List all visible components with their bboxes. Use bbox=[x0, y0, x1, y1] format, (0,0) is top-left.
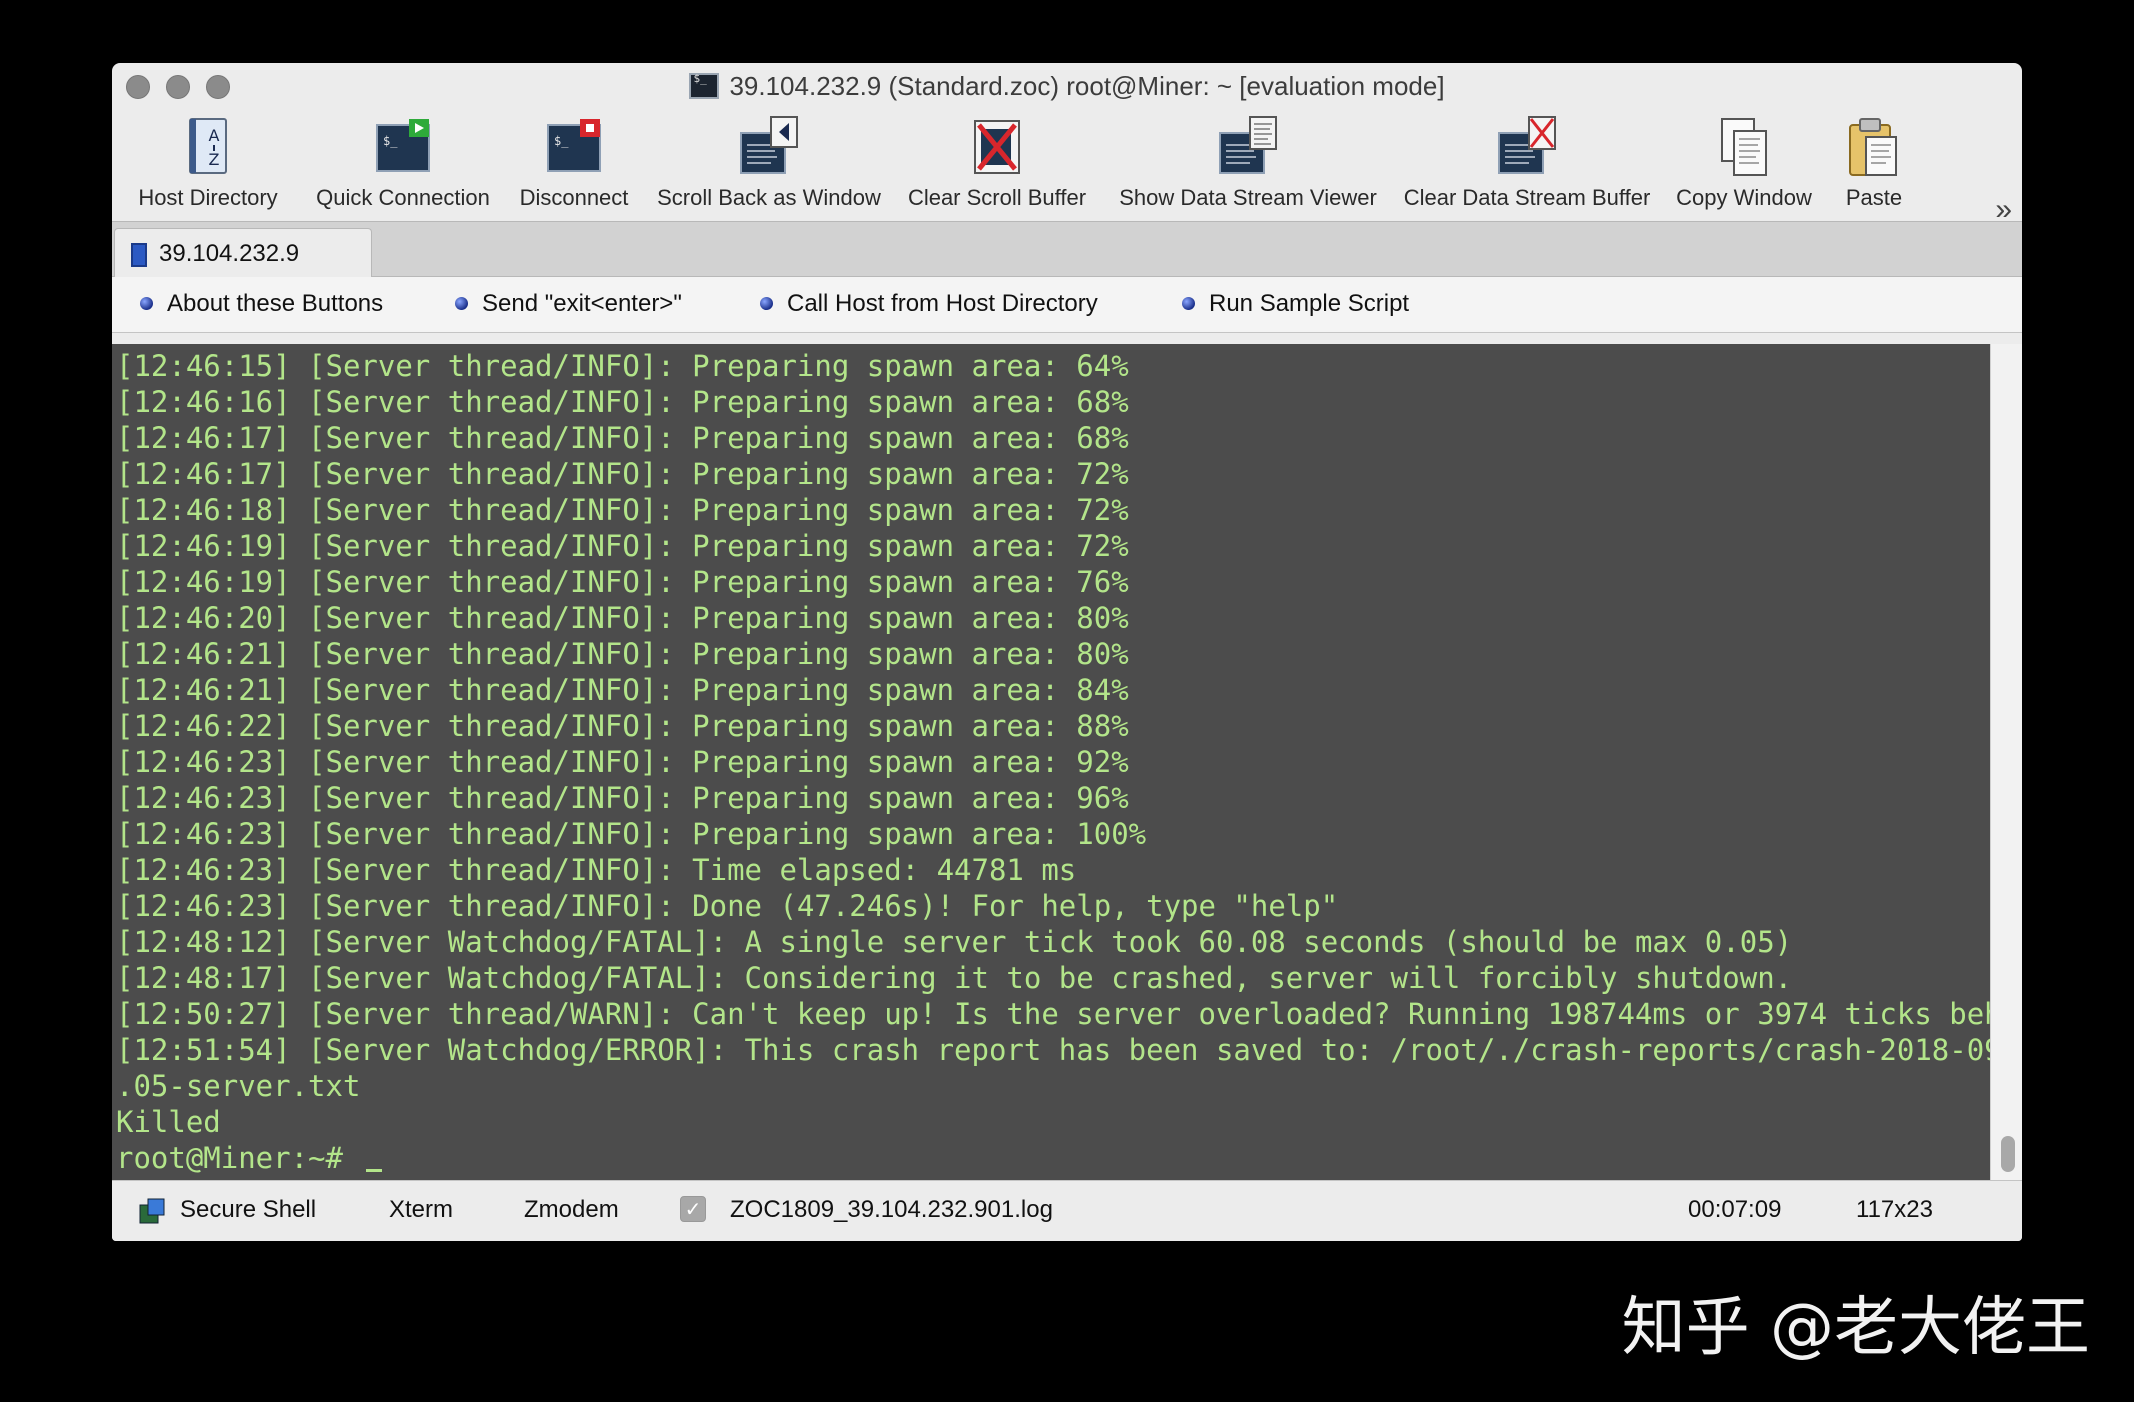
about-buttons-label: About these Buttons bbox=[167, 290, 384, 317]
terminal-line: [12:46:17] [Server thread/INFO]: Prepari… bbox=[116, 421, 1129, 455]
terminal-line: Killed bbox=[116, 1105, 221, 1139]
disconnect-label: Disconnect bbox=[519, 185, 629, 210]
terminal-prompt-line[interactable]: root@Miner:~# bbox=[116, 1140, 1990, 1176]
status-bar: Secure Shell Xterm Zmodem ✓ ZOC1809_39.1… bbox=[112, 1180, 2022, 1241]
paste-label: Paste bbox=[1845, 185, 1903, 210]
elapsed-time: 00:07:09 bbox=[1688, 1196, 1782, 1223]
svg-text:$_: $_ bbox=[383, 134, 398, 148]
quick-connection-icon: $_ bbox=[376, 119, 430, 172]
protocol-status[interactable]: Secure Shell bbox=[180, 1196, 316, 1224]
terminal-scrollbar[interactable] bbox=[1990, 344, 2022, 1180]
show-data-stream-viewer-button[interactable]: Show Data Stream Viewer bbox=[1116, 109, 1380, 221]
run-sample-script-button[interactable]: Run Sample Script bbox=[1182, 290, 1409, 318]
tab-strip: 39.104.232.9 bbox=[112, 221, 2022, 278]
svg-text:A: A bbox=[209, 126, 220, 145]
tab-session[interactable]: 39.104.232.9 bbox=[114, 228, 372, 278]
terminal-line: [12:46:18] [Server thread/INFO]: Prepari… bbox=[116, 493, 1129, 527]
paste-button[interactable]: Paste bbox=[1828, 109, 1920, 221]
terminal-line: [12:46:17] [Server thread/INFO]: Prepari… bbox=[116, 457, 1129, 491]
terminal-size: 117x23 bbox=[1856, 1196, 1933, 1223]
scroll-back-as-window-button[interactable]: Scroll Back as Window bbox=[657, 109, 881, 221]
bullet-icon bbox=[1182, 297, 1195, 310]
about-buttons-button[interactable]: About these Buttons bbox=[140, 290, 383, 318]
host-directory-button[interactable]: A Z Host Directory bbox=[134, 109, 282, 221]
copy-window-icon bbox=[1721, 118, 1767, 176]
scroll-back-label: Scroll Back as Window bbox=[657, 185, 881, 210]
host-directory-icon: A Z bbox=[189, 118, 227, 174]
disconnect-button[interactable]: $_ Disconnect bbox=[504, 109, 644, 221]
terminal-screen[interactable]: [12:46:15] [Server thread/INFO]: Prepari… bbox=[112, 344, 2022, 1180]
scrollbar-thumb[interactable] bbox=[2001, 1136, 2015, 1172]
quick-connection-button[interactable]: $_ Quick Connection bbox=[316, 109, 490, 221]
disconnect-icon: $_ bbox=[547, 119, 601, 172]
terminal-icon bbox=[689, 72, 720, 99]
terminal-line: [12:46:23] [Server thread/INFO]: Time el… bbox=[116, 853, 1077, 887]
window-title: 39.104.232.9 (Standard.zoc) root@Miner: … bbox=[112, 71, 2022, 102]
host-directory-label: Host Directory bbox=[138, 185, 278, 210]
send-exit-label: Send "exit<enter>" bbox=[482, 290, 682, 317]
terminal-line: .05-server.txt bbox=[116, 1069, 361, 1103]
clear-scroll-buffer-icon bbox=[974, 120, 1020, 174]
clear-data-stream-label: Clear Data Stream Buffer bbox=[1403, 185, 1651, 210]
terminal-cursor bbox=[366, 1148, 383, 1172]
toolbar: A Z Host Directory $_ Quick Connection $… bbox=[112, 109, 2022, 226]
clear-data-stream-buffer-button[interactable]: Clear Data Stream Buffer bbox=[1396, 109, 1658, 221]
send-exit-button[interactable]: Send "exit<enter>" bbox=[455, 290, 682, 318]
logfile-status[interactable]: ZOC1809_39.104.232.901.log bbox=[730, 1196, 1053, 1224]
copy-window-label: Copy Window bbox=[1676, 185, 1812, 210]
copy-window-button[interactable]: Copy Window bbox=[1674, 109, 1814, 221]
scroll-back-icon bbox=[740, 116, 798, 174]
terminal-line: [12:48:17] [Server Watchdog/FATAL]: Cons… bbox=[116, 961, 1793, 995]
emulation-status[interactable]: Xterm bbox=[389, 1196, 453, 1224]
terminal-line: [12:46:23] [Server thread/INFO]: Prepari… bbox=[116, 745, 1129, 779]
tab-session-label: 39.104.232.9 bbox=[159, 240, 300, 267]
call-host-label: Call Host from Host Directory bbox=[787, 290, 1098, 317]
clear-scroll-buffer-label: Clear Scroll Buffer bbox=[907, 185, 1087, 210]
transfer-status[interactable]: Zmodem bbox=[524, 1196, 619, 1224]
svg-text:$_: $_ bbox=[554, 134, 569, 148]
bullet-icon bbox=[760, 297, 773, 310]
call-host-button[interactable]: Call Host from Host Directory bbox=[760, 290, 1098, 318]
terminal-line: [12:50:27] [Server thread/WARN]: Can't k… bbox=[116, 997, 2022, 1031]
clear-data-stream-icon bbox=[1498, 116, 1556, 174]
svg-text:Z: Z bbox=[209, 150, 220, 169]
bullet-icon bbox=[140, 297, 153, 310]
terminal-window: 39.104.232.9 (Standard.zoc) root@Miner: … bbox=[112, 63, 2022, 1241]
terminal-line: [12:46:22] [Server thread/INFO]: Prepari… bbox=[116, 709, 1129, 743]
data-stream-viewer-label: Show Data Stream Viewer bbox=[1119, 185, 1377, 210]
terminal-line: [12:46:19] [Server thread/INFO]: Prepari… bbox=[116, 565, 1129, 599]
terminal-line: [12:46:21] [Server thread/INFO]: Prepari… bbox=[116, 673, 1129, 707]
session-icon bbox=[131, 243, 147, 267]
data-stream-viewer-icon bbox=[1219, 116, 1277, 174]
terminal-line: [12:46:21] [Server thread/INFO]: Prepari… bbox=[116, 637, 1129, 671]
paste-icon bbox=[1849, 118, 1897, 176]
terminal-line: [12:46:23] [Server thread/INFO]: Prepari… bbox=[116, 781, 1129, 815]
terminal-line: [12:46:23] [Server thread/INFO]: Done (4… bbox=[116, 889, 1339, 923]
log-checkbox[interactable]: ✓ bbox=[680, 1196, 706, 1222]
terminal-line: [12:48:12] [Server Watchdog/FATAL]: A si… bbox=[116, 925, 1793, 959]
terminal-line: [12:46:20] [Server thread/INFO]: Prepari… bbox=[116, 601, 1129, 635]
run-sample-script-label: Run Sample Script bbox=[1209, 290, 1410, 317]
terminal-line: [12:46:23] [Server thread/INFO]: Prepari… bbox=[116, 817, 1147, 851]
watermark: 知乎 @老大佬王 bbox=[1621, 1291, 2090, 1365]
secure-shell-icon bbox=[139, 1198, 165, 1224]
bullet-icon bbox=[455, 297, 468, 310]
shell-prompt: root@Miner:~# bbox=[116, 1141, 361, 1175]
terminal-line: [12:51:54] [Server Watchdog/ERROR]: This… bbox=[116, 1033, 2022, 1067]
title-bar[interactable]: 39.104.232.9 (Standard.zoc) root@Miner: … bbox=[112, 63, 2022, 109]
terminal-line: [12:46:19] [Server thread/INFO]: Prepari… bbox=[116, 529, 1129, 563]
user-button-bar: About these Buttons Send "exit<enter>" C… bbox=[112, 277, 2022, 333]
terminal-line: [12:46:15] [Server thread/INFO]: Prepari… bbox=[116, 349, 1129, 383]
window-title-text: 39.104.232.9 (Standard.zoc) root@Miner: … bbox=[729, 71, 1445, 101]
quick-connection-label: Quick Connection bbox=[316, 185, 490, 210]
terminal-line: [12:46:16] [Server thread/INFO]: Prepari… bbox=[116, 385, 1129, 419]
clear-scroll-buffer-button[interactable]: Clear Scroll Buffer bbox=[894, 109, 1100, 221]
